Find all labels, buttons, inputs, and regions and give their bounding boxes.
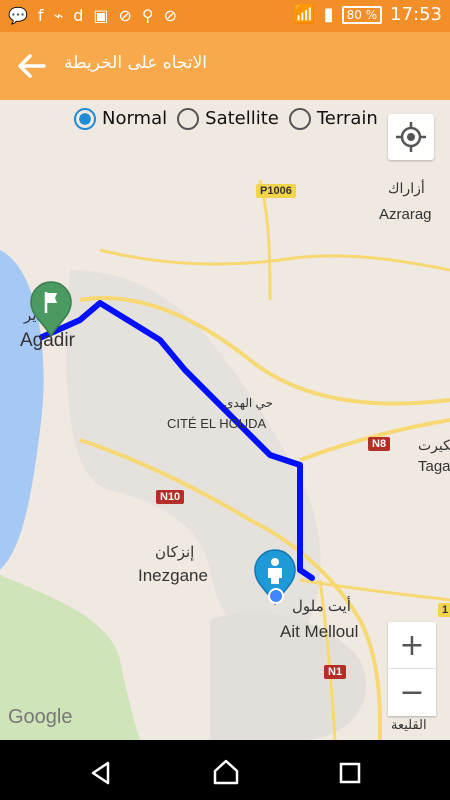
current-location-dot (268, 588, 284, 604)
radio-icon (288, 108, 311, 130)
map-type-label: Normal (102, 108, 168, 129)
label-cite: CITÉ EL HOUDA (167, 416, 267, 431)
map-type-terrain[interactable]: Terrain (288, 108, 378, 130)
road-badge-n1: N1 (324, 665, 347, 679)
label-inezgane-ar: إنزكان (155, 544, 195, 561)
map-type-normal[interactable]: Normal (74, 108, 167, 130)
label-qliaa-ar: القليعة (391, 717, 427, 732)
chat-icon: 💬 (8, 6, 28, 25)
page-title: الاتجاه على الخريطة (64, 53, 208, 73)
location-icon: ⚲ (141, 6, 154, 25)
my-location-button[interactable] (388, 114, 434, 160)
label-inezgane: Inezgane (138, 566, 208, 585)
label-taga: Taga (418, 458, 450, 475)
signal-icon: ▮ (323, 4, 334, 25)
nav-home-icon[interactable] (212, 758, 240, 786)
usb-icon: ⌁ (53, 6, 64, 25)
label-azrarag-ar: أزاراك (388, 180, 425, 196)
gallery-icon: ▣ (93, 6, 109, 25)
do-not-disturb-icon: ⊘ (163, 6, 178, 25)
map-type-label: Satellite (205, 108, 279, 129)
notification-icons: 💬 f ⌁ d ▣ ⊘ ⚲ ⊘ (8, 6, 177, 25)
label-azrarag: Azrarag (379, 206, 432, 223)
label-ait-ar: أيت ملول (292, 598, 351, 615)
zoom-controls: + − (388, 622, 436, 716)
crosshair-icon (396, 122, 426, 152)
google-logo: Google (8, 706, 73, 728)
map-type-selector: Normal Satellite Terrain (74, 108, 378, 130)
map-type-satellite[interactable]: Satellite (177, 108, 279, 130)
road-badge-p1006: P1006 (256, 184, 296, 198)
zoom-in-button[interactable]: + (388, 622, 436, 668)
app-toolbar: الاتجاه على الخريطة (0, 32, 450, 100)
facebook-icon: f (37, 6, 44, 25)
zoom-out-button[interactable]: − (388, 669, 436, 715)
nav-back-icon[interactable] (88, 760, 114, 786)
time: 17:53 (390, 4, 442, 25)
map-view[interactable]: Normal Satellite Terrain P1006 N8 N10 N1… (0, 100, 450, 740)
nav-recents-icon[interactable] (338, 761, 362, 785)
road (99, 248, 450, 272)
back-arrow-icon[interactable] (14, 50, 50, 82)
no-wifi-icon: ⊘ (118, 6, 132, 25)
radio-icon (177, 108, 200, 130)
system-nav-bar (0, 740, 450, 800)
label-cite-ar: حي الهدى (224, 396, 273, 410)
road-badge-n8: N8 (368, 437, 391, 451)
wifi-icon: 📶 (293, 4, 316, 25)
status-bar: 💬 f ⌁ d ▣ ⊘ ⚲ ⊘ 📶 ▮ 80 % 17:53 (0, 0, 450, 32)
label-ait: Ait Melloul (280, 622, 359, 641)
status-right: 📶 ▮ 80 % 17:53 (293, 4, 442, 25)
road (258, 179, 272, 301)
radio-checked-icon (74, 108, 96, 130)
label-taga-ar: تكيرت (418, 437, 450, 453)
flag-marker-icon[interactable] (29, 280, 73, 338)
road-badge-1: 1 (438, 603, 450, 617)
road-badge-n10: N10 (156, 490, 185, 504)
battery-icon: 80 % (341, 5, 383, 24)
battery-level: 80 % (346, 7, 378, 22)
dailymotion-icon: d (73, 6, 84, 25)
map-type-label: Terrain (316, 108, 378, 129)
